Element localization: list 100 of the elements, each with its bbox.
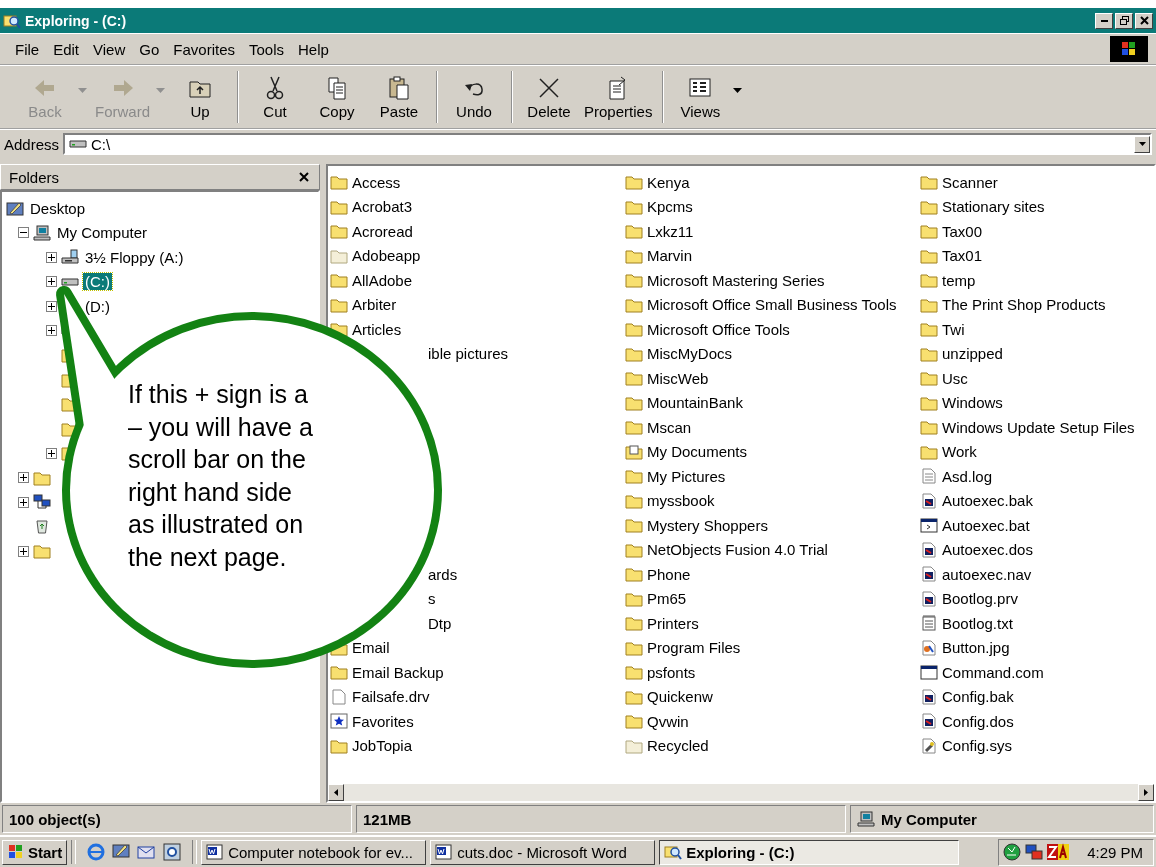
toolbar-button[interactable]: Up [169,72,231,122]
file-name[interactable]: Kenya [647,173,690,191]
channel-icon[interactable] [162,842,183,862]
file-name[interactable]: Usc [942,369,968,387]
tree-item[interactable]: (D:) [83,297,112,315]
toolbar-button[interactable]: Cut [244,72,306,122]
file-name[interactable]: temp [942,271,976,289]
file-name[interactable]: psfonts [647,663,696,681]
file-name[interactable]: unzipped [942,345,1003,363]
menu-item[interactable]: Help [291,38,336,60]
file-name[interactable]: Access [352,173,401,191]
start-button[interactable]: Start [2,839,68,865]
file-name[interactable]: Acroread [352,222,413,240]
file-name[interactable]: Windows [942,394,1003,412]
close-icon[interactable] [299,172,309,182]
menu-item[interactable]: Favorites [166,38,242,60]
menu-item[interactable]: Tools [242,38,291,60]
file-name[interactable]: Asd.log [942,467,993,485]
file-name[interactable]: Config.dos [942,712,1014,730]
file-name[interactable]: Recycled [647,737,709,755]
file-name[interactable]: Bootlog.prv [942,590,1018,608]
file-name[interactable]: Quickenw [647,688,713,706]
toolbar-button[interactable]: Undo [443,72,505,122]
file-name[interactable]: Articles [352,320,402,338]
file-name[interactable]: ible pictures [428,345,509,363]
tree-item[interactable]: My Computer [55,224,150,242]
file-name[interactable]: Command.com [942,663,1044,681]
expand-icon[interactable] [18,472,29,484]
file-name[interactable]: ards [428,565,458,583]
expand-icon[interactable] [18,496,29,508]
collapse-icon[interactable] [18,227,29,239]
horizontal-scrollbar[interactable] [328,784,1154,801]
minimize-button[interactable] [1095,12,1113,29]
file-name[interactable]: Button.jpg [942,639,1010,657]
file-name[interactable]: myssbook [647,492,715,510]
globe-icon[interactable] [1003,843,1022,861]
file-name[interactable]: Printers [647,614,699,632]
menu-item[interactable]: Go [132,38,167,60]
file-name[interactable]: Autoexec.bak [942,492,1033,510]
file-name[interactable]: Config.sys [942,737,1013,755]
file-name[interactable]: autoexec.nav [942,565,1032,583]
file-name[interactable]: The Print Shop Products [942,296,1106,314]
tree-item[interactable]: Desktop [28,199,88,217]
file-name[interactable]: Failsafe.drv [352,688,430,706]
toolbar-button[interactable]: Delete [518,72,580,122]
file-name[interactable]: Qvwin [647,712,689,730]
dropdown-button[interactable] [1134,135,1150,153]
expand-icon[interactable] [46,447,57,459]
file-name[interactable]: Email Backup [352,663,444,681]
tree-item[interactable]: (C:) [83,273,112,291]
expand-icon[interactable] [18,545,29,557]
taskbar-button[interactable]: cuts.doc - Microsoft Word [430,839,656,865]
file-name[interactable]: Scanner [942,173,998,191]
file-name[interactable]: Microsoft Office Small Business Tools [647,296,897,314]
file-name[interactable]: NetObjects Fusion 4.0 Trial [647,541,828,559]
close-button[interactable] [1135,12,1153,29]
file-name[interactable]: My Pictures [647,467,726,485]
file-name[interactable]: Acrobat3 [352,198,413,216]
file-name[interactable]: MiscWeb [647,369,709,387]
file-name[interactable]: Tax01 [942,247,983,265]
file-name[interactable]: Bootlog.txt [942,614,1013,632]
file-name[interactable]: Twi [942,320,965,338]
scroll-left-button[interactable] [328,784,344,801]
tree-item[interactable]: 3½ Floppy (A:) [83,248,186,266]
file-name[interactable]: Arbiter [352,296,397,314]
menu-item[interactable]: Edit [46,38,87,60]
file-name[interactable]: My Documents [647,443,748,461]
restore-button[interactable] [1115,12,1133,29]
file-name[interactable]: Tax00 [942,222,983,240]
file-name[interactable]: Favorites [352,712,414,730]
file-name[interactable]: Autoexec.dos [942,541,1033,559]
file-name[interactable]: MiscMyDocs [647,345,732,363]
file-name[interactable]: Pm65 [647,590,687,608]
file-name[interactable]: Microsoft Mastering Series [647,271,825,289]
file-name[interactable]: Mystery Shoppers [647,516,768,534]
file-name[interactable]: Stationary sites [942,198,1045,216]
expand-icon[interactable] [46,300,57,312]
taskbar-button[interactable]: Computer notebook for ev... [201,839,427,865]
file-name[interactable]: s [428,590,436,608]
file-name[interactable]: Dtp [428,614,452,632]
file-name[interactable]: Autoexec.bat [942,516,1030,534]
expand-icon[interactable] [46,325,57,337]
file-name[interactable]: AllAdobe [352,271,413,289]
file-name[interactable]: MountainBank [647,394,743,412]
file-name[interactable]: Windows Update Setup Files [942,418,1135,436]
file-name[interactable]: Program Files [647,639,741,657]
file-name[interactable]: Kpcms [647,198,693,216]
address-field[interactable]: C:\ [63,133,1152,155]
file-name[interactable]: Work [942,443,977,461]
scroll-right-button[interactable] [1138,784,1154,801]
file-name[interactable]: Lxkz11 [647,222,694,240]
za-icon[interactable] [1047,843,1070,861]
toolbar-button[interactable]: Properties [580,72,657,122]
toolbar-button[interactable]: Paste [368,72,430,122]
file-name[interactable]: Microsoft Office Tools [647,320,790,338]
toolbar-button[interactable]: Copy [306,72,368,122]
browser-icon[interactable] [86,842,107,862]
file-name[interactable]: Email [352,639,390,657]
dropdown-caret-icon[interactable] [733,87,743,93]
expand-icon[interactable] [46,251,57,263]
